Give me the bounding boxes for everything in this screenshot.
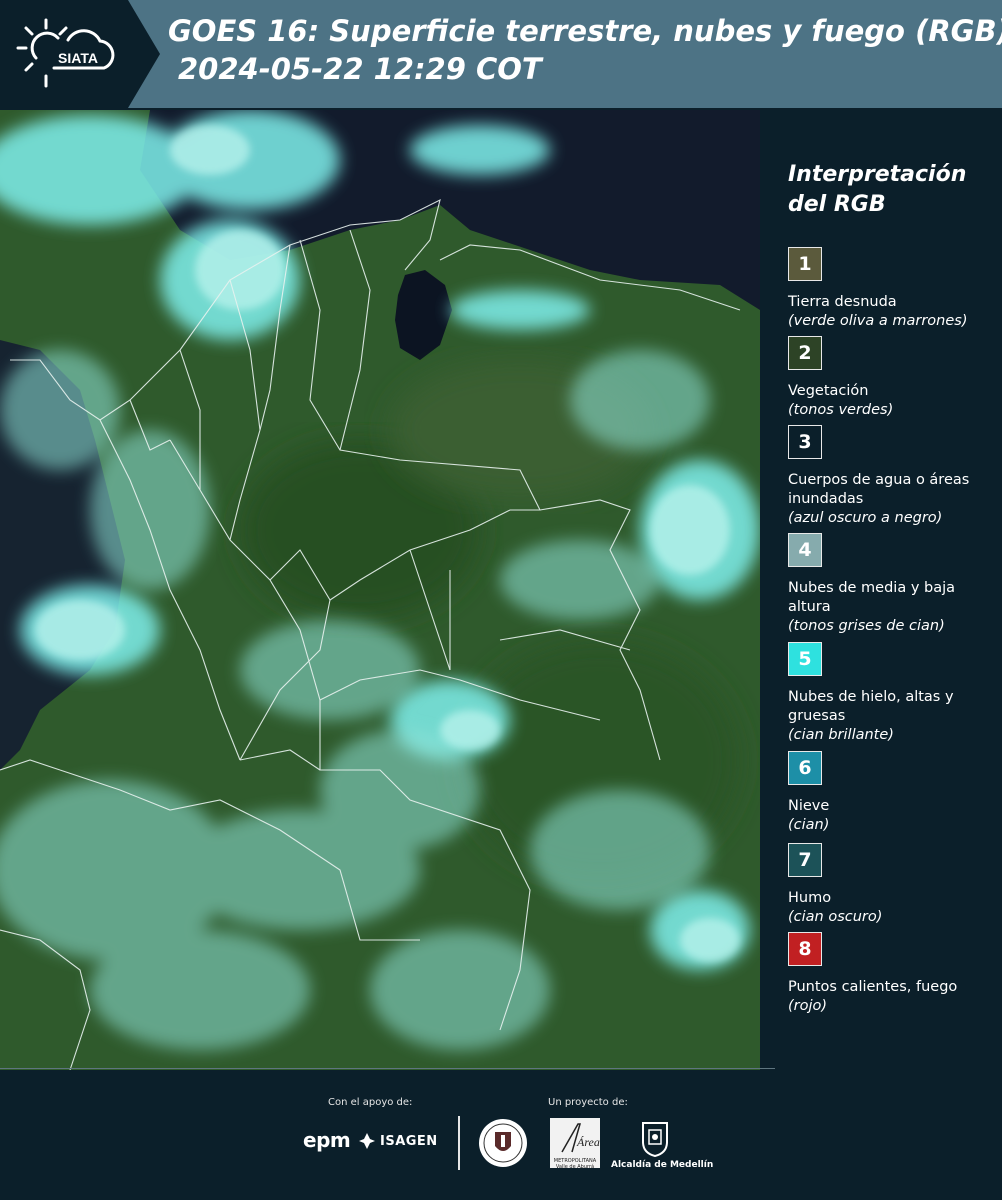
support-label: Con el apoyo de: bbox=[328, 1097, 413, 1108]
legend-item-vegetation: 2 Vegetación (tonos verdes) bbox=[788, 336, 998, 420]
legend-swatch: 1 bbox=[788, 247, 822, 281]
legend-label: Cuerpos de agua o áreas inundadas bbox=[788, 472, 970, 507]
legend-swatch: 4 bbox=[788, 533, 822, 567]
legend-item-water: 3 Cuerpos de agua o áreas inundadas (azu… bbox=[788, 425, 998, 528]
page-title: GOES 16: Superficie terrestre, nubes y f… bbox=[168, 12, 1002, 88]
isagen-logo-icon bbox=[359, 1133, 375, 1149]
amva-logo-mark: Área bbox=[561, 1123, 600, 1153]
legend-sublabel: (rojo) bbox=[788, 998, 828, 1014]
title-line-1: GOES 16: Superficie terrestre, nubes y f… bbox=[168, 14, 1002, 48]
medellin-shield-icon bbox=[642, 1122, 668, 1158]
alcaldia-logo-label: Alcaldía de Medellín bbox=[611, 1160, 714, 1170]
footer: Con el apoyo de: Un proyecto de: epm ISA… bbox=[0, 1070, 1002, 1200]
legend-label: Nubes de hielo, altas y gruesas bbox=[788, 689, 954, 724]
siata-logo: SIATA bbox=[16, 18, 115, 88]
legend-item-fire: 8 Puntos calientes, fuego (rojo) bbox=[788, 932, 998, 1016]
legend-label: Humo bbox=[788, 890, 832, 906]
title-line-2: 2024-05-22 12:29 COT bbox=[178, 52, 542, 86]
epm-logo: epm bbox=[303, 1128, 351, 1152]
legend-swatch: 3 bbox=[788, 425, 822, 459]
legend-swatch: 7 bbox=[788, 843, 822, 877]
legend-label: Nieve bbox=[788, 798, 830, 814]
legend-title: Interpretación del RGB bbox=[788, 162, 967, 217]
legend-label: Tierra desnuda bbox=[788, 294, 897, 310]
isagen-logo: ISAGEN bbox=[380, 1134, 438, 1149]
legend-sublabel: (azul oscuro a negro) bbox=[788, 510, 943, 526]
legend-sublabel: (cian brillante) bbox=[788, 727, 894, 743]
legend-sublabel: (cian) bbox=[788, 817, 830, 833]
legend-swatch: 8 bbox=[788, 932, 822, 966]
legend-item-bare-soil: 1 Tierra desnuda (verde oliva a marrones… bbox=[788, 247, 998, 331]
header: SIATA GOES 16: Superficie terrestre, nub… bbox=[0, 0, 1002, 108]
legend: Interpretación del RGB 1 Tierra desnuda … bbox=[772, 110, 1002, 1070]
legend-sublabel: (cian oscuro) bbox=[788, 909, 883, 925]
footer-divider bbox=[458, 1116, 460, 1170]
legend-label: Puntos calientes, fuego bbox=[788, 979, 958, 995]
legend-item-snow: 6 Nieve (cian) bbox=[788, 751, 998, 835]
legend-swatch: 5 bbox=[788, 642, 822, 676]
amva-logo-text: Área bbox=[576, 1135, 600, 1149]
legend-item-low-clouds: 4 Nubes de media y baja altura (tonos gr… bbox=[788, 533, 998, 636]
legend-item-smoke: 7 Humo (cian oscuro) bbox=[788, 843, 998, 927]
university-seal-icon bbox=[479, 1119, 527, 1167]
legend-sublabel: (verde oliva a marrones) bbox=[788, 313, 968, 329]
legend-sublabel: (tonos grises de cian) bbox=[788, 618, 945, 634]
logo-text: SIATA bbox=[58, 50, 98, 66]
amva-caption: METROPOLITANA Valle de Aburrá bbox=[553, 1158, 597, 1170]
legend-sublabel: (tonos verdes) bbox=[788, 402, 894, 418]
satellite-map[interactable] bbox=[0, 110, 760, 1070]
legend-label: Nubes de media y baja altura bbox=[788, 580, 956, 615]
legend-item-ice-clouds: 5 Nubes de hielo, altas y gruesas (cian … bbox=[788, 642, 998, 745]
legend-swatch: 2 bbox=[788, 336, 822, 370]
footer-divider-line bbox=[0, 1068, 775, 1069]
project-label: Un proyecto de: bbox=[548, 1097, 628, 1108]
map-image bbox=[0, 110, 760, 1070]
legend-label: Vegetación bbox=[788, 383, 869, 399]
legend-swatch: 6 bbox=[788, 751, 822, 785]
